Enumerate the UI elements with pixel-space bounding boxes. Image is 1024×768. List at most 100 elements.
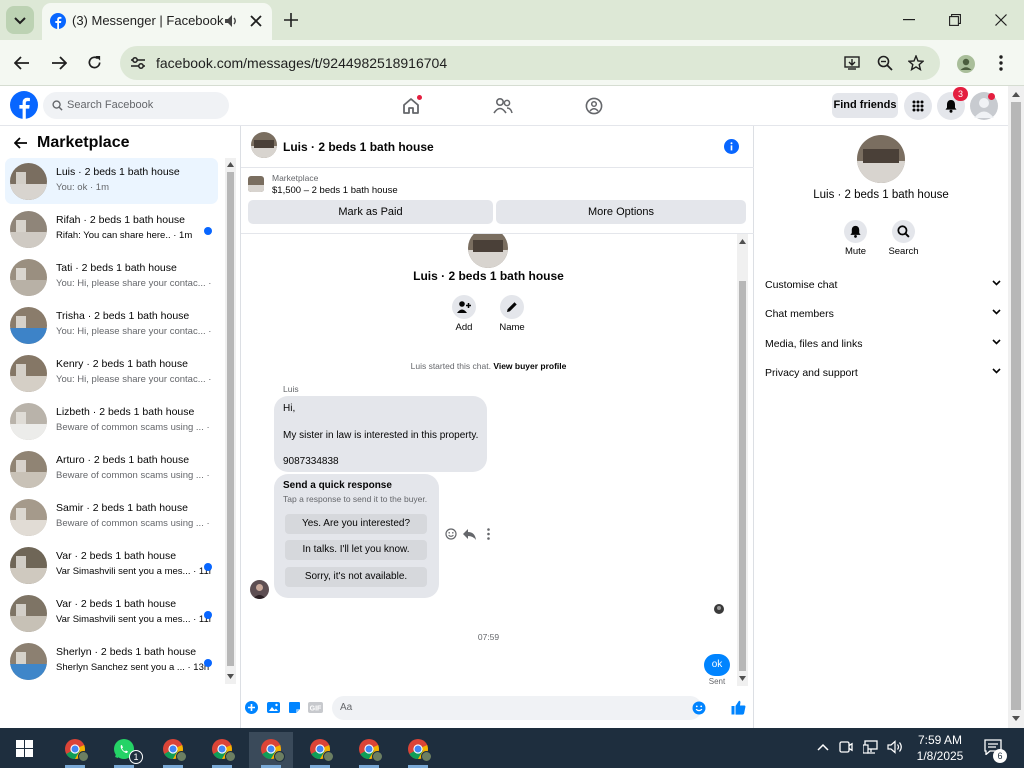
- back-arrow-icon[interactable]: [14, 137, 28, 149]
- emoji-icon[interactable]: [692, 701, 706, 715]
- conversation-preview: Beware of common scams using ... · 1m: [56, 470, 211, 481]
- taskbar-chrome-window[interactable]: [347, 732, 391, 768]
- customise-chat-row[interactable]: Customise chat: [765, 275, 1001, 295]
- conversation-info-panel: Luis · 2 beds 1 bath house Mute Search C…: [754, 126, 1008, 728]
- conversation-title[interactable]: Luis · 2 beds 1 bath house: [283, 140, 434, 154]
- show-hidden-icons-icon[interactable]: [817, 743, 829, 751]
- minimize-icon[interactable]: [903, 19, 915, 21]
- conversation-item[interactable]: Arturo · 2 beds 1 bath house Beware of co…: [5, 446, 218, 492]
- scroll-down-arrow-icon[interactable]: [739, 676, 746, 681]
- find-friends-button[interactable]: Find friends: [832, 93, 898, 118]
- forward-arrow-icon[interactable]: [51, 56, 67, 70]
- conversation-item[interactable]: Sherlyn · 2 beds 1 bath house Sherlyn San…: [5, 638, 218, 684]
- gif-icon[interactable]: GIF: [308, 701, 323, 714]
- taskbar-chrome-window[interactable]: [396, 732, 440, 768]
- thread-scrollbar[interactable]: [737, 234, 748, 686]
- taskbar-chrome-window[interactable]: [200, 732, 244, 768]
- react-emoji-icon[interactable]: [445, 528, 457, 540]
- page-scroll-thumb[interactable]: [1011, 102, 1021, 710]
- mute-button[interactable]: [844, 220, 867, 243]
- thread-scroll-thumb[interactable]: [739, 281, 746, 671]
- system-clock[interactable]: 7:59 AM 1/8/2025: [912, 732, 968, 764]
- speaker-icon[interactable]: [224, 14, 240, 28]
- zoom-icon[interactable]: [877, 55, 893, 71]
- listing-price[interactable]: $1,500 – 2 beds 1 bath house: [272, 185, 398, 196]
- facebook-header: Search Facebook Find friends 3: [0, 86, 1008, 126]
- more-options-button[interactable]: More Options: [496, 200, 746, 224]
- reply-icon[interactable]: [463, 529, 476, 540]
- conversation-item[interactable]: Samir · 2 beds 1 bath house Beware of com…: [5, 494, 218, 540]
- new-tab-icon[interactable]: [284, 13, 298, 27]
- groups-icon[interactable]: [585, 97, 603, 115]
- media-files-links-row[interactable]: Media, files and links: [765, 334, 1001, 354]
- install-app-icon[interactable]: [844, 55, 860, 71]
- privacy-support-row[interactable]: Privacy and support: [765, 363, 1001, 383]
- windows-start-icon[interactable]: [16, 740, 33, 757]
- profile-photo[interactable]: [468, 234, 508, 268]
- taskbar-chrome-window[interactable]: [249, 732, 293, 768]
- menu-button[interactable]: [904, 92, 932, 120]
- view-buyer-profile-link[interactable]: View buyer profile: [493, 361, 566, 371]
- sender-avatar[interactable]: [250, 580, 269, 599]
- outgoing-message-bubble[interactable]: ok: [704, 654, 730, 676]
- scroll-up-arrow-icon[interactable]: [1012, 92, 1020, 97]
- close-window-icon[interactable]: [995, 14, 1007, 26]
- add-people-button[interactable]: [452, 295, 476, 319]
- scroll-down-arrow-icon[interactable]: [227, 674, 234, 679]
- more-actions-icon[interactable]: [487, 528, 490, 540]
- meet-now-icon[interactable]: [839, 740, 853, 754]
- restore-icon[interactable]: [949, 14, 961, 26]
- close-tab-icon[interactable]: [250, 15, 262, 27]
- omnibox[interactable]: facebook.com/messages/t/9244982518916704: [120, 46, 940, 80]
- quick-response-in-talks[interactable]: In talks. I'll let you know.: [285, 540, 427, 560]
- conversation-item[interactable]: Trisha · 2 beds 1 bath house You: Hi, ple…: [5, 302, 218, 348]
- browser-tab[interactable]: (3) Messenger | Facebook: [42, 3, 272, 40]
- profile-avatar-icon[interactable]: [957, 55, 975, 73]
- taskbar-chrome-window[interactable]: [53, 732, 97, 768]
- apps-grid-icon: [912, 100, 924, 112]
- browser-menu-icon[interactable]: [999, 55, 1003, 71]
- bookmark-star-icon[interactable]: [908, 55, 924, 71]
- sidebar-scrollbar[interactable]: [225, 158, 236, 684]
- conversation-item[interactable]: Kenry · 2 beds 1 bath house You: Hi, plea…: [5, 350, 218, 396]
- listing-thumbnail-small[interactable]: [248, 176, 264, 192]
- taskbar-chrome-window[interactable]: [298, 732, 342, 768]
- tab-search-button[interactable]: [6, 6, 34, 34]
- quick-response-yes[interactable]: Yes. Are you interested?: [285, 514, 427, 534]
- friends-icon[interactable]: [493, 97, 513, 115]
- sticker-icon[interactable]: [288, 701, 301, 714]
- info-profile-photo[interactable]: [857, 135, 905, 183]
- mark-as-paid-button[interactable]: Mark as Paid: [248, 200, 493, 224]
- taskbar-chrome-window[interactable]: [151, 732, 195, 768]
- thumbs-up-icon[interactable]: [731, 700, 746, 715]
- scroll-down-arrow-icon[interactable]: [1012, 716, 1020, 721]
- plus-circle-icon[interactable]: [245, 701, 258, 714]
- conversation-item[interactable]: Lizbeth · 2 beds 1 bath house Beware of c…: [5, 398, 218, 444]
- incoming-message-bubble[interactable]: Hi, My sister in law is interested in th…: [274, 396, 487, 472]
- conversation-item[interactable]: Luis · 2 beds 1 bath house You: ok · 1m: [5, 158, 218, 204]
- volume-icon[interactable]: [887, 740, 903, 754]
- listing-thumbnail[interactable]: [251, 132, 277, 158]
- back-arrow-icon[interactable]: [14, 56, 30, 70]
- info-icon[interactable]: [724, 139, 739, 154]
- search-in-chat-button[interactable]: [892, 220, 915, 243]
- conversation-item[interactable]: Var · 2 beds 1 bath house Var Simashvili …: [5, 542, 218, 588]
- conversation-item[interactable]: Rifah · 2 beds 1 bath house Rifah: You ca…: [5, 206, 218, 252]
- quick-response-not-available[interactable]: Sorry, it's not available.: [285, 567, 427, 587]
- photo-icon[interactable]: [267, 701, 280, 714]
- page-scrollbar[interactable]: [1008, 86, 1024, 728]
- chat-members-row[interactable]: Chat members: [765, 304, 1001, 324]
- site-settings-icon[interactable]: [130, 56, 146, 70]
- sidebar-scroll-thumb[interactable]: [227, 172, 234, 666]
- facebook-search-input[interactable]: Search Facebook: [43, 92, 229, 119]
- scroll-up-arrow-icon[interactable]: [739, 239, 746, 244]
- taskbar-whatsapp[interactable]: 1: [102, 732, 146, 768]
- conversation-item[interactable]: Tati · 2 beds 1 bath house You: Hi, pleas…: [5, 254, 218, 300]
- reload-icon[interactable]: [87, 55, 102, 70]
- scroll-up-arrow-icon[interactable]: [227, 162, 234, 167]
- network-icon[interactable]: [863, 740, 879, 754]
- edit-name-button[interactable]: [500, 295, 524, 319]
- conversation-item[interactable]: Var · 2 beds 1 bath house Var Simashvili …: [5, 590, 218, 636]
- message-input[interactable]: Aa: [332, 696, 706, 720]
- facebook-logo-icon[interactable]: [10, 91, 38, 119]
